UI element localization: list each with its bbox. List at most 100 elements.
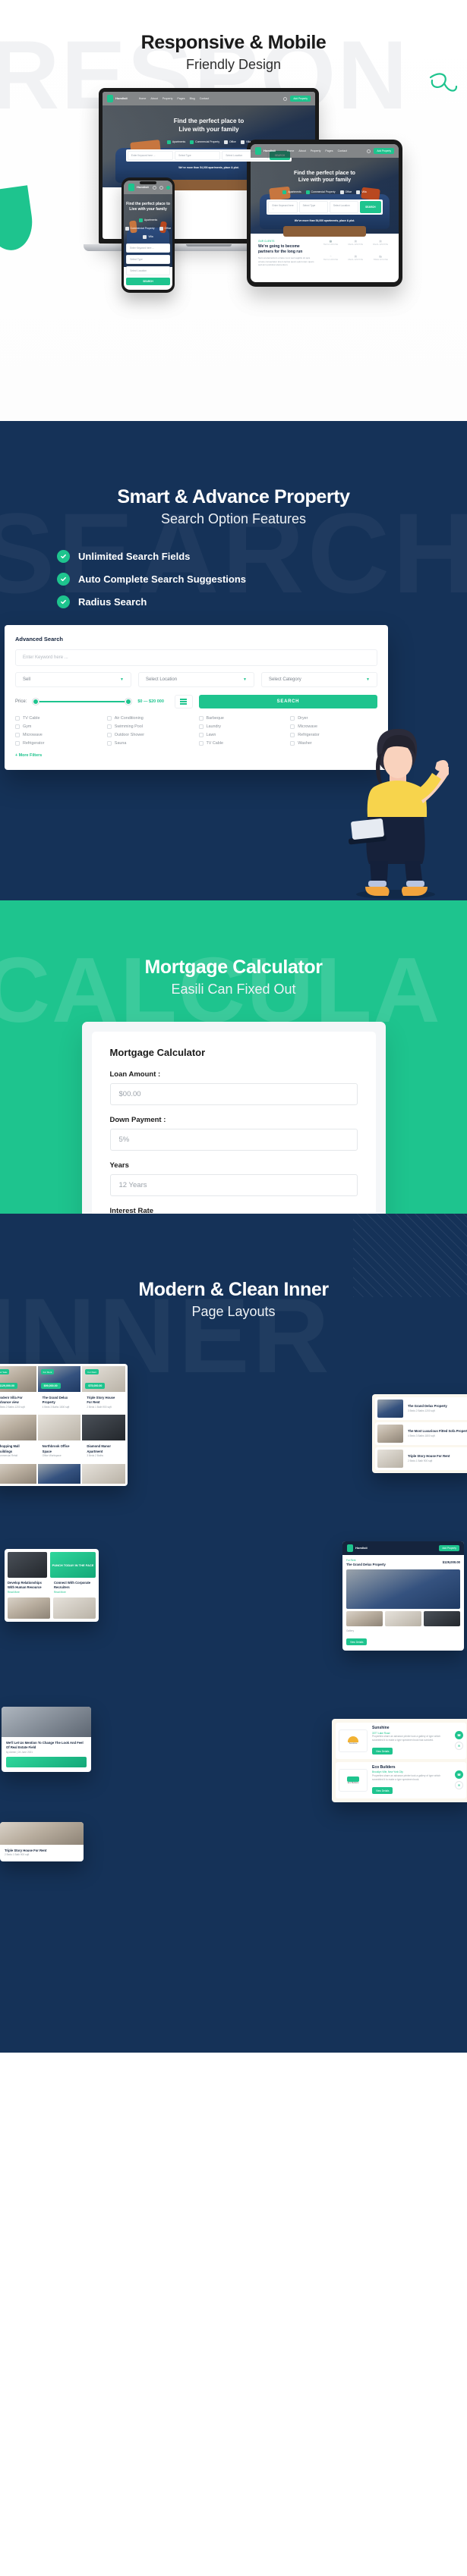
- listing-thumb[interactable]: [37, 1463, 81, 1484]
- shot-blog-list[interactable]: PUNCH TODAY IN THE FACE Develop Relation…: [5, 1549, 99, 1623]
- amenity-checkbox[interactable]: Microwave: [15, 733, 103, 737]
- nav-item-home[interactable]: Home: [287, 149, 295, 152]
- blog-thumb[interactable]: [53, 1597, 96, 1619]
- hero-keyword-input[interactable]: Enter Keyword here ...: [127, 150, 174, 160]
- chip-office[interactable]: Office: [224, 140, 236, 144]
- detail-cta-button[interactable]: View Details: [346, 1638, 368, 1646]
- blog-readmore[interactable]: Read More: [54, 1591, 96, 1594]
- chip-office[interactable]: Office: [339, 190, 352, 194]
- price-range-slider[interactable]: [33, 698, 132, 705]
- amenity-checkbox[interactable]: TV Cable: [198, 741, 286, 746]
- chip-apartments[interactable]: Apartments: [138, 218, 157, 222]
- more-filters-link[interactable]: + More Filters: [15, 753, 377, 758]
- slider-knob-min[interactable]: [33, 699, 39, 705]
- chip-commercial[interactable]: Commercial Property: [305, 190, 336, 194]
- hero-location-select[interactable]: Select Location: [329, 200, 359, 213]
- hero-keyword-input[interactable]: Enter Keyword here ...: [268, 200, 298, 213]
- hero-search-button[interactable]: SEARCH: [360, 200, 381, 213]
- location-select[interactable]: Select Location ▼: [138, 672, 254, 687]
- nav-item-property[interactable]: Property: [311, 149, 321, 152]
- agent-card[interactable]: Eco Builders Eco Builders Brooklyn Ville…: [336, 1761, 466, 1798]
- blog-item[interactable]: Connect With Corporate Recruiters Read M…: [54, 1581, 96, 1594]
- listing-card[interactable]: Diamond Manor Apartment 3 Beds 2 Baths: [82, 1415, 125, 1462]
- loan-amount-input[interactable]: $00.00: [109, 1083, 358, 1105]
- amenity-checkbox[interactable]: Air Conditioning: [106, 716, 194, 721]
- shot-side-list[interactable]: The Grand Delux Property 3 Beds 2 Baths …: [372, 1394, 467, 1473]
- chip-office[interactable]: Office: [159, 226, 171, 231]
- shot-agents-list[interactable]: Sunshine Sunshine 3377 Lake Road Propert…: [332, 1719, 467, 1802]
- nav-item-about[interactable]: About: [298, 149, 305, 152]
- nav-item-property[interactable]: Property: [163, 97, 173, 100]
- hero-search-bar[interactable]: Enter Keyword here ... Select Type Selec…: [267, 199, 383, 215]
- nav-item-contact[interactable]: Contact: [338, 149, 347, 152]
- chip-villa[interactable]: Villa: [240, 140, 251, 144]
- amenity-checkbox[interactable]: Laundry: [198, 724, 286, 729]
- chip-apartments[interactable]: Apartments: [282, 190, 301, 194]
- hero-search-bar[interactable]: Enter Keyword here ... Select Type Selec…: [126, 243, 170, 285]
- shot-small-card[interactable]: Triple Story House For Rent 2 Beds 1 Bat…: [0, 1822, 84, 1862]
- mockup-nav-menu[interactable]: Home About Property Pages Contact: [287, 149, 347, 152]
- amenity-checkbox[interactable]: Gym: [15, 724, 103, 729]
- nav-item-home[interactable]: Home: [139, 97, 147, 100]
- chip-villa[interactable]: Villa: [356, 190, 367, 194]
- shot-listing-grid[interactable]: For Sale $129,000.00 Modern Villa For Ad…: [0, 1364, 128, 1486]
- gallery-thumb[interactable]: [346, 1611, 383, 1627]
- listing-card[interactable]: For Rent $75,000.00 Triple Story House F…: [82, 1366, 125, 1413]
- hero-category-chips[interactable]: Apartments Commercial Property Office Vi…: [124, 218, 172, 239]
- down-payment-input[interactable]: 5%: [109, 1129, 358, 1151]
- slider-knob-max[interactable]: [125, 699, 132, 705]
- blog-readmore[interactable]: Read More: [8, 1591, 49, 1594]
- user-icon[interactable]: [367, 149, 371, 153]
- search-icon[interactable]: [152, 185, 156, 190]
- chip-apartments[interactable]: Apartments: [166, 140, 185, 144]
- agent-card[interactable]: Sunshine Sunshine 3377 Lake Road Propert…: [336, 1723, 466, 1759]
- listing-thumb[interactable]: [82, 1463, 125, 1484]
- hero-location-select[interactable]: Select Location: [126, 265, 170, 275]
- agent-view-details-button[interactable]: View Details: [372, 1748, 393, 1755]
- shot-property-detail[interactable]: Homlisti Add Property For Rent The Grand…: [342, 1541, 464, 1651]
- chip-commercial[interactable]: Commercial Property: [190, 140, 219, 144]
- side-list-item[interactable]: The Grand Delux Property 3 Beds 2 Baths …: [375, 1397, 467, 1420]
- years-input[interactable]: 12 Years: [109, 1174, 358, 1196]
- hero-type-select[interactable]: Select Type: [298, 200, 328, 213]
- amenity-checkbox[interactable]: Swimming Pool: [106, 724, 194, 729]
- hero-search-button[interactable]: SEARCH: [126, 277, 170, 285]
- amenity-checkbox[interactable]: Sauna: [106, 741, 194, 746]
- side-list-item[interactable]: Triple Story House For Rent 2 Beds 1 Bat…: [375, 1447, 467, 1470]
- amenity-checkbox[interactable]: Outdoor Shower: [106, 733, 194, 737]
- hero-type-select[interactable]: Select Type: [126, 254, 170, 264]
- gallery-thumb[interactable]: [385, 1611, 421, 1627]
- add-property-button[interactable]: Add Property: [374, 148, 394, 154]
- hero-category-chips[interactable]: Apartments Commercial Property Office Vi…: [251, 190, 399, 194]
- amenity-checkbox[interactable]: Barbeque: [198, 716, 286, 721]
- nav-item-about[interactable]: About: [150, 97, 157, 100]
- phone-icon[interactable]: ☎: [455, 1731, 463, 1740]
- hero-type-select[interactable]: Select Type: [175, 150, 221, 160]
- listing-card[interactable]: Northbrook Office Space Office Workspace: [37, 1415, 81, 1462]
- amenity-checkbox[interactable]: Lawn: [198, 733, 286, 737]
- hero-category-chips[interactable]: Apartments Commercial Property Office Vi…: [103, 140, 315, 144]
- add-property-button[interactable]: Add Property: [439, 1545, 459, 1551]
- listing-card[interactable]: For Rent $99,000.00 The Grand Delux Prop…: [37, 1366, 81, 1413]
- listing-card[interactable]: For Sale $129,000.00 Modern Villa For Ad…: [0, 1366, 36, 1413]
- type-select[interactable]: Sell ▼: [15, 672, 131, 687]
- side-list-item[interactable]: The Most Luxurious Fitted Sofa Property …: [375, 1422, 467, 1445]
- add-property-button[interactable]: Add Property: [290, 96, 311, 102]
- nav-item-pages[interactable]: Pages: [325, 149, 333, 152]
- chip-villa[interactable]: Villa: [143, 234, 153, 239]
- nav-item-blog[interactable]: Blog: [190, 97, 195, 100]
- chip-commercial[interactable]: Commercial Property: [125, 226, 155, 231]
- agent-view-details-button[interactable]: View Details: [372, 1787, 393, 1795]
- filter-list-icon[interactable]: [174, 695, 193, 708]
- shot-article[interactable]: We'll Let Us Mention To Change The Look …: [2, 1707, 91, 1773]
- keyword-input[interactable]: Enter Keyword here ...: [15, 649, 377, 666]
- envelope-icon[interactable]: ✉: [455, 1781, 463, 1790]
- mockup-nav-menu[interactable]: Home About Property Pages Blog Contact: [139, 97, 209, 100]
- user-icon[interactable]: [159, 185, 163, 190]
- listing-card[interactable]: Shopping Mall Buildings Commercial Retai…: [0, 1415, 36, 1462]
- detail-hero-image[interactable]: [346, 1569, 460, 1610]
- listing-thumb[interactable]: [0, 1463, 36, 1484]
- envelope-icon[interactable]: ✉: [455, 1742, 463, 1751]
- amenity-checkbox[interactable]: TV Cable: [15, 716, 103, 721]
- blog-card[interactable]: PUNCH TODAY IN THE FACE: [8, 1552, 96, 1578]
